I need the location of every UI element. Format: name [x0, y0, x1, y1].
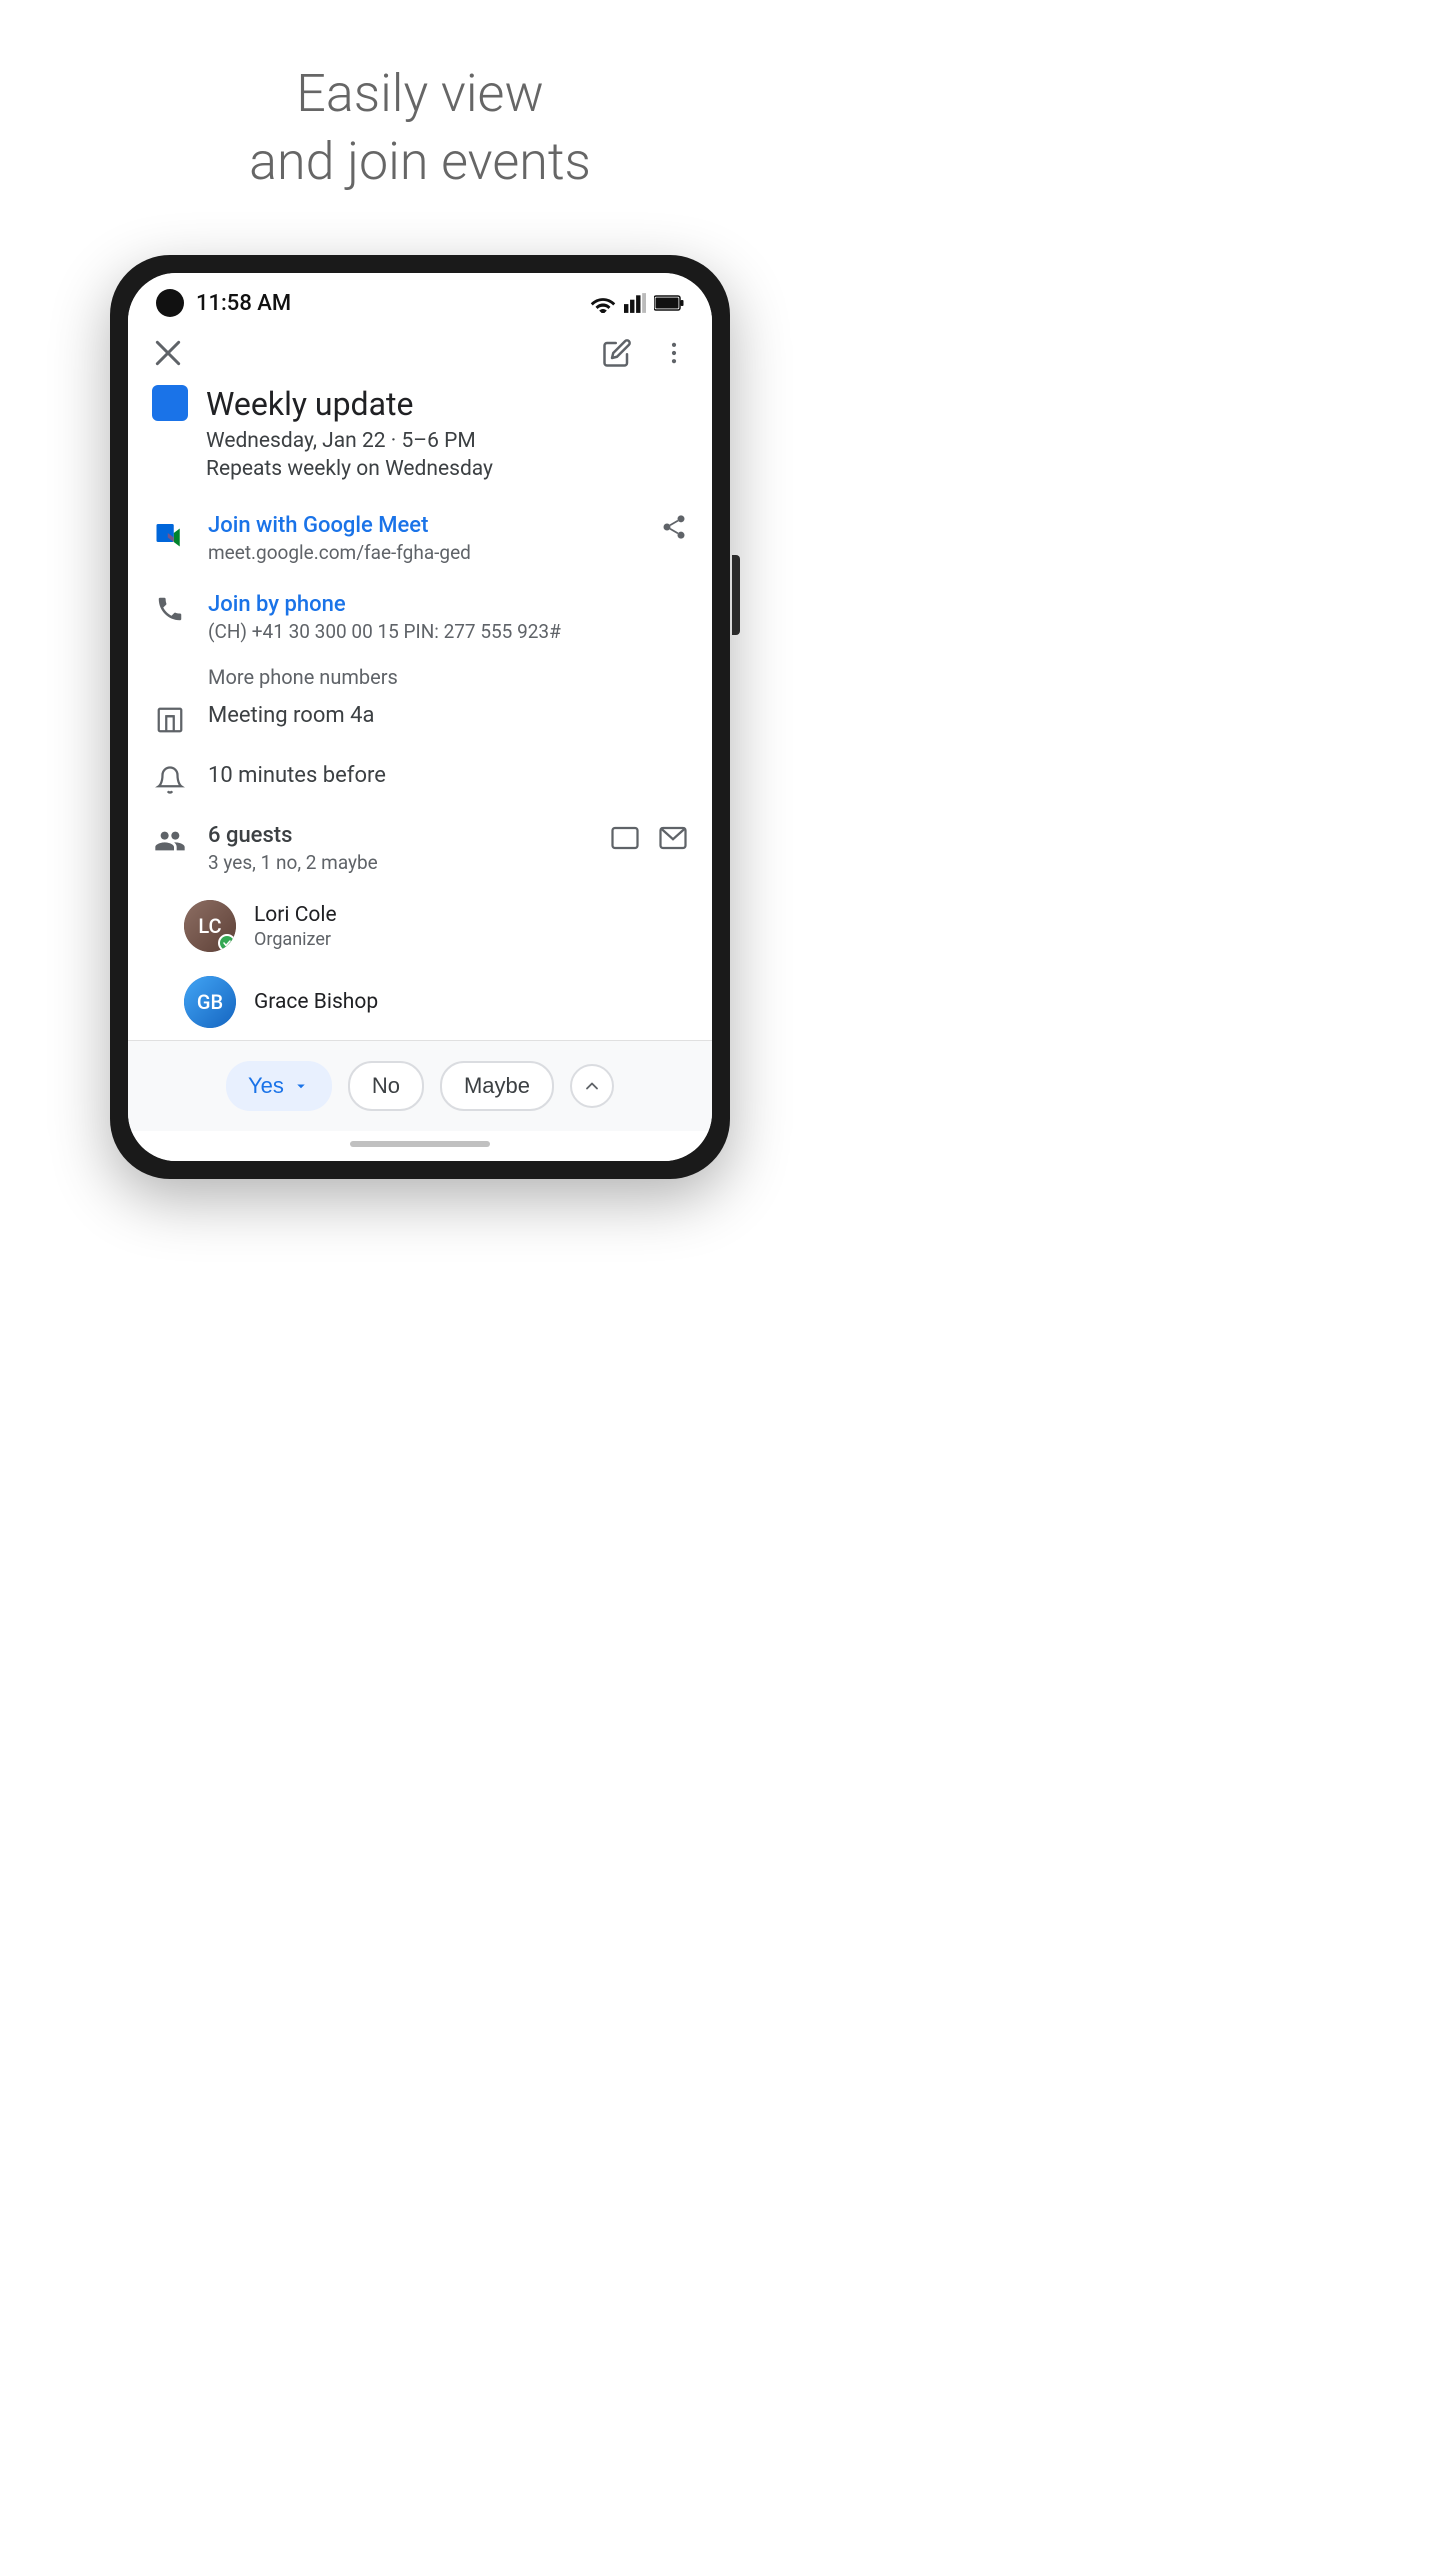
grace-avatar: GB	[184, 976, 236, 1028]
bell-icon	[152, 765, 188, 795]
chevron-up-icon	[582, 1076, 602, 1096]
room-row: Meeting room 4a	[152, 689, 688, 749]
reminder-text: 10 minutes before	[208, 763, 688, 788]
status-icons	[590, 293, 684, 313]
guest-name: Lori Cole	[254, 903, 337, 927]
action-bar	[128, 327, 712, 385]
rsvp-collapse-button[interactable]	[570, 1064, 614, 1108]
google-meet-icon	[152, 515, 188, 551]
lori-avatar: LC	[184, 900, 236, 952]
meet-row: Join with Google Meet meet.google.com/fa…	[152, 499, 688, 578]
close-button[interactable]	[152, 337, 184, 369]
message-guests-button[interactable]	[610, 823, 640, 853]
meet-link[interactable]: Join with Google Meet	[208, 513, 640, 538]
phone-row: Join by phone (CH) +41 30 300 00 15 PIN:…	[152, 578, 688, 657]
reminder-row: 10 minutes before	[152, 749, 688, 809]
phone-icon	[152, 594, 188, 624]
status-bar: 11:58 AM	[128, 273, 712, 327]
guest-item: LC Lori Cole Organizer	[128, 888, 712, 964]
guests-count: 6 guests	[208, 823, 590, 848]
meet-url: meet.google.com/fae-fgha-ged	[208, 541, 640, 564]
home-bar	[350, 1141, 490, 1147]
dropdown-arrow-icon	[292, 1077, 310, 1095]
edit-button[interactable]	[602, 338, 632, 368]
signal-icon	[624, 293, 646, 313]
event-repeat: Repeats weekly on Wednesday	[206, 457, 493, 481]
share-meet-button[interactable]	[660, 513, 688, 541]
headline: Easily view and join events	[249, 60, 591, 195]
phone-screen: 11:58 AM	[128, 273, 712, 1161]
phone-link[interactable]: Join by phone	[208, 592, 688, 617]
room-text: Meeting room 4a	[208, 703, 688, 728]
battery-icon	[654, 295, 684, 311]
rsvp-no-button[interactable]: No	[348, 1061, 424, 1111]
guest-role: Organizer	[254, 929, 337, 950]
event-title-row: Weekly update Wednesday, Jan 22 · 5–6 PM…	[152, 385, 688, 481]
more-options-button[interactable]	[660, 339, 688, 367]
camera-dot	[156, 289, 184, 317]
more-phones-link[interactable]: More phone numbers	[152, 665, 688, 689]
status-time: 11:58 AM	[196, 291, 291, 316]
guests-sub: 3 yes, 1 no, 2 maybe	[208, 851, 590, 874]
guest-item: GB Grace Bishop	[128, 964, 712, 1040]
rsvp-bar: Yes No Maybe	[128, 1040, 712, 1131]
guests-icon	[152, 825, 188, 857]
event-datetime: Wednesday, Jan 22 · 5–6 PM	[206, 429, 493, 453]
rsvp-yes-button[interactable]: Yes	[226, 1061, 332, 1111]
phone-number: (CH) +41 30 300 00 15 PIN: 277 555 923#	[208, 620, 688, 643]
wifi-icon	[590, 293, 616, 313]
room-icon	[152, 705, 188, 735]
rsvp-maybe-button[interactable]: Maybe	[440, 1061, 554, 1111]
event-title: Weekly update	[206, 385, 493, 423]
guest-name: Grace Bishop	[254, 990, 378, 1014]
check-badge	[218, 934, 236, 952]
phone-device: 11:58 AM	[110, 255, 730, 1179]
calendar-color-square	[152, 385, 188, 421]
email-guests-button[interactable]	[658, 823, 688, 853]
home-indicator	[128, 1131, 712, 1161]
meet-icon	[152, 515, 188, 551]
event-content: Weekly update Wednesday, Jan 22 · 5–6 PM…	[128, 385, 712, 888]
guests-row: 6 guests 3 yes, 1 no, 2 maybe	[152, 809, 688, 888]
